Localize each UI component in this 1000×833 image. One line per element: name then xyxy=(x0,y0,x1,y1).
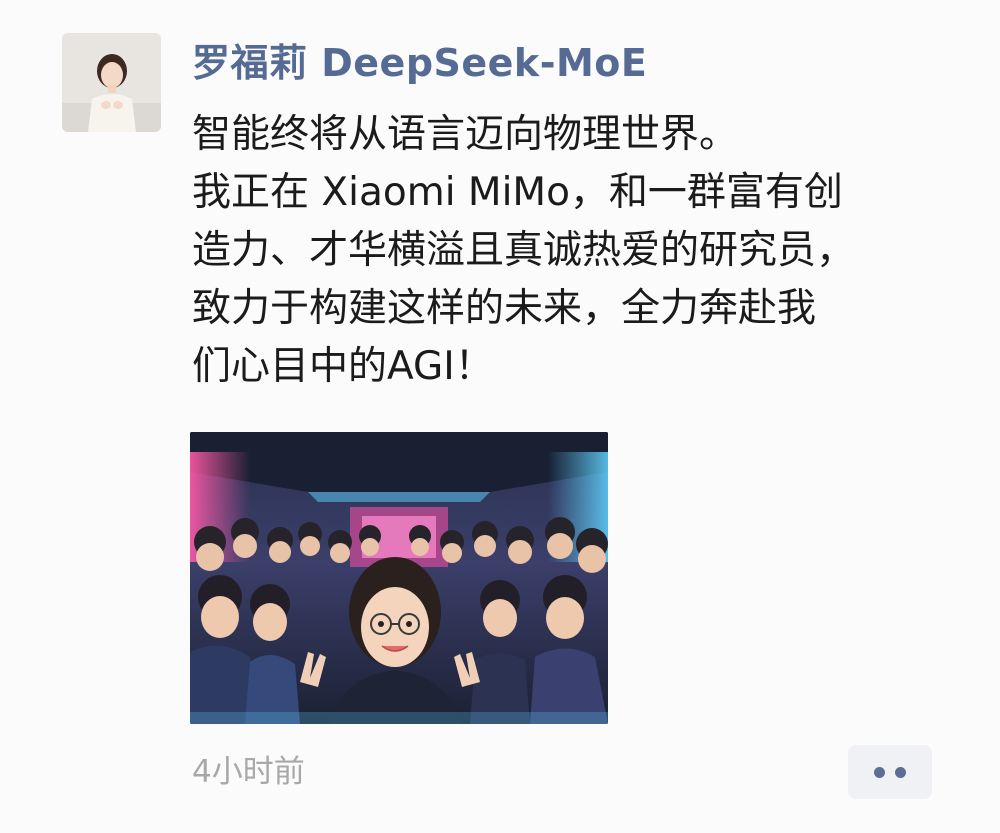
group-selfie-illustration xyxy=(190,432,608,724)
post-text-line: 造力、才华横溢且真诚热爱的研究员， xyxy=(192,228,856,273)
avatar-image xyxy=(62,33,161,132)
author-name[interactable]: 罗福莉 DeepSeek-MoE xyxy=(192,40,647,86)
moments-post: 罗福莉 DeepSeek-MoE 智能终将从语言迈向物理世界。 我正在 Xiao… xyxy=(0,0,1000,833)
ellipsis-icon xyxy=(895,766,906,778)
avatar[interactable] xyxy=(62,33,161,132)
post-time: 4小时前 xyxy=(192,754,305,790)
post-text-line: 智能终将从语言迈向物理世界。 xyxy=(192,112,739,157)
post-text-line: 们心目中的AGI！ xyxy=(192,344,494,389)
more-actions-button[interactable] xyxy=(848,745,932,799)
post-text-line: 致力于构建这样的未来，全力奔赴我 xyxy=(192,286,817,331)
ellipsis-icon xyxy=(874,766,885,778)
post-image[interactable] xyxy=(190,432,608,724)
post-text-line: 我正在 Xiaomi MiMo，和一群富有创 xyxy=(192,170,843,215)
post-text: 智能终将从语言迈向物理世界。 我正在 Xiaomi MiMo，和一群富有创 造力… xyxy=(192,106,952,396)
